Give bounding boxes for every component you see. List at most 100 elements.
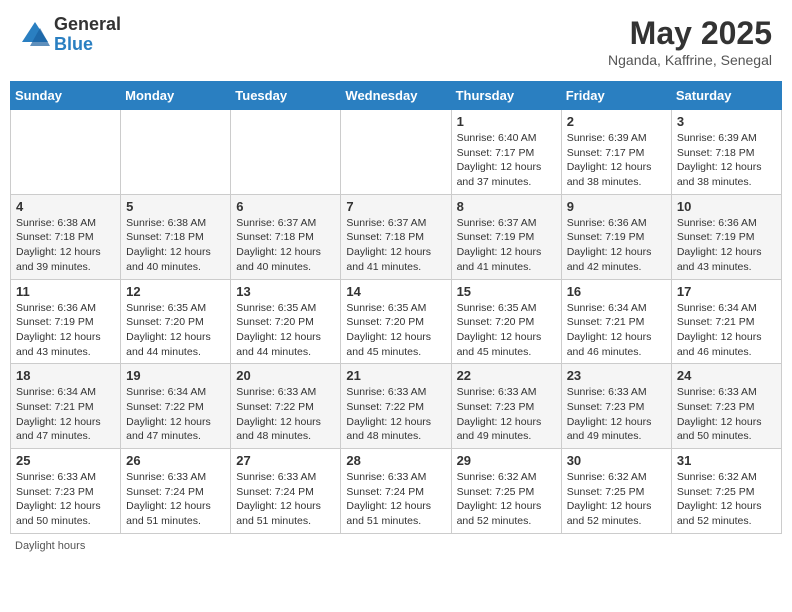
calendar-day-cell: 4Sunrise: 6:38 AM Sunset: 7:18 PM Daylig… <box>11 194 121 279</box>
day-number: 18 <box>16 368 115 383</box>
day-info: Sunrise: 6:36 AM Sunset: 7:19 PM Dayligh… <box>567 216 666 275</box>
day-info: Sunrise: 6:39 AM Sunset: 7:17 PM Dayligh… <box>567 131 666 190</box>
day-number: 19 <box>126 368 225 383</box>
calendar-day-cell: 27 Sunrise: 6:33 AM Sunset: 7:24 PM Dayli… <box>231 449 341 534</box>
day-info: Sunrise: 6:33 AM Sunset: 7:23 PM Dayligh… <box>457 385 556 444</box>
day-info: Sunrise: 6:32 AM Sunset: 7:25 PM Dayligh… <box>677 470 776 529</box>
calendar-week-row: 1 Sunrise: 6:40 AM Sunset: 7:17 PM Daylig… <box>11 110 782 195</box>
calendar-day-cell <box>121 110 231 195</box>
calendar-day-cell <box>341 110 451 195</box>
calendar-day-header: Monday <box>121 82 231 110</box>
calendar-day-cell: 21 Sunrise: 6:33 AM Sunset: 7:22 PM Dayli… <box>341 364 451 449</box>
day-number: 21 <box>346 368 445 383</box>
calendar-week-row: 25 Sunrise: 6:33 AM Sunset: 7:23 PM Dayli… <box>11 449 782 534</box>
day-number: 2 <box>567 114 666 129</box>
day-number: 20 <box>236 368 335 383</box>
calendar-day-header: Thursday <box>451 82 561 110</box>
calendar-day-cell: 12Sunrise: 6:35 AM Sunset: 7:20 PM Dayli… <box>121 279 231 364</box>
calendar-week-row: 11 Sunrise: 6:36 AM Sunset: 7:19 PM Dayli… <box>11 279 782 364</box>
calendar-table: SundayMondayTuesdayWednesdayThursdayFrid… <box>10 81 782 534</box>
day-info: Sunrise: 6:34 AM Sunset: 7:21 PM Dayligh… <box>567 301 666 360</box>
day-number: 4 <box>16 199 115 214</box>
day-info: Sunrise: 6:34 AM Sunset: 7:21 PM Dayligh… <box>16 385 115 444</box>
day-number: 25 <box>16 453 115 468</box>
day-number: 29 <box>457 453 556 468</box>
day-number: 9 <box>567 199 666 214</box>
calendar-day-cell <box>231 110 341 195</box>
calendar-day-header: Sunday <box>11 82 121 110</box>
calendar-day-cell: 25 Sunrise: 6:33 AM Sunset: 7:23 PM Dayli… <box>11 449 121 534</box>
day-number: 5 <box>126 199 225 214</box>
day-number: 30 <box>567 453 666 468</box>
calendar-day-header: Wednesday <box>341 82 451 110</box>
day-number: 14 <box>346 284 445 299</box>
day-info: Sunrise: 6:39 AM Sunset: 7:18 PM Dayligh… <box>677 131 776 190</box>
day-info: Sunrise: 6:32 AM Sunset: 7:25 PM Dayligh… <box>567 470 666 529</box>
day-number: 23 <box>567 368 666 383</box>
day-info: Sunrise: 6:33 AM Sunset: 7:24 PM Dayligh… <box>126 470 225 529</box>
day-number: 15 <box>457 284 556 299</box>
day-info: Sunrise: 6:36 AM Sunset: 7:19 PM Dayligh… <box>677 216 776 275</box>
day-info: Sunrise: 6:37 AM Sunset: 7:19 PM Dayligh… <box>457 216 556 275</box>
day-info: Sunrise: 6:37 AM Sunset: 7:18 PM Dayligh… <box>346 216 445 275</box>
day-number: 31 <box>677 453 776 468</box>
day-info: Sunrise: 6:33 AM Sunset: 7:23 PM Dayligh… <box>16 470 115 529</box>
day-number: 10 <box>677 199 776 214</box>
day-number: 27 <box>236 453 335 468</box>
title-block: May 2025 Nganda, Kaffrine, Senegal <box>608 15 772 68</box>
calendar-day-cell: 20 Sunrise: 6:33 AM Sunset: 7:22 PM Dayli… <box>231 364 341 449</box>
calendar-day-cell: 18 Sunrise: 6:34 AM Sunset: 7:21 PM Dayli… <box>11 364 121 449</box>
calendar-day-cell <box>11 110 121 195</box>
day-info: Sunrise: 6:37 AM Sunset: 7:18 PM Dayligh… <box>236 216 335 275</box>
day-info: Sunrise: 6:33 AM Sunset: 7:23 PM Dayligh… <box>677 385 776 444</box>
calendar-day-cell: 26 Sunrise: 6:33 AM Sunset: 7:24 PM Dayli… <box>121 449 231 534</box>
calendar-day-cell: 11 Sunrise: 6:36 AM Sunset: 7:19 PM Dayli… <box>11 279 121 364</box>
location-text: Nganda, Kaffrine, Senegal <box>608 52 772 68</box>
day-info: Sunrise: 6:38 AM Sunset: 7:18 PM Dayligh… <box>126 216 225 275</box>
day-number: 17 <box>677 284 776 299</box>
day-info: Sunrise: 6:35 AM Sunset: 7:20 PM Dayligh… <box>346 301 445 360</box>
calendar-day-cell: 10 Sunrise: 6:36 AM Sunset: 7:19 PM Dayli… <box>671 194 781 279</box>
calendar-header-row: SundayMondayTuesdayWednesdayThursdayFrid… <box>11 82 782 110</box>
day-info: Sunrise: 6:40 AM Sunset: 7:17 PM Dayligh… <box>457 131 556 190</box>
calendar-day-cell: 22 Sunrise: 6:33 AM Sunset: 7:23 PM Dayli… <box>451 364 561 449</box>
logo: General Blue <box>20 15 121 55</box>
day-number: 24 <box>677 368 776 383</box>
day-number: 7 <box>346 199 445 214</box>
calendar-day-cell: 6Sunrise: 6:37 AM Sunset: 7:18 PM Daylig… <box>231 194 341 279</box>
day-info: Sunrise: 6:33 AM Sunset: 7:22 PM Dayligh… <box>236 385 335 444</box>
day-info: Sunrise: 6:35 AM Sunset: 7:20 PM Dayligh… <box>126 301 225 360</box>
calendar-day-cell: 15 Sunrise: 6:35 AM Sunset: 7:20 PM Dayli… <box>451 279 561 364</box>
day-info: Sunrise: 6:32 AM Sunset: 7:25 PM Dayligh… <box>457 470 556 529</box>
day-number: 26 <box>126 453 225 468</box>
calendar-day-cell: 23 Sunrise: 6:33 AM Sunset: 7:23 PM Dayli… <box>561 364 671 449</box>
calendar-day-cell: 31 Sunrise: 6:32 AM Sunset: 7:25 PM Dayli… <box>671 449 781 534</box>
calendar-day-cell: 16Sunrise: 6:34 AM Sunset: 7:21 PM Dayli… <box>561 279 671 364</box>
day-info: Sunrise: 6:35 AM Sunset: 7:20 PM Dayligh… <box>236 301 335 360</box>
day-number: 22 <box>457 368 556 383</box>
calendar-day-cell: 29 Sunrise: 6:32 AM Sunset: 7:25 PM Dayli… <box>451 449 561 534</box>
day-info: Sunrise: 6:35 AM Sunset: 7:20 PM Dayligh… <box>457 301 556 360</box>
calendar-day-cell: 5 Sunrise: 6:38 AM Sunset: 7:18 PM Daylig… <box>121 194 231 279</box>
calendar-footer: Daylight hours <box>10 540 782 552</box>
day-number: 3 <box>677 114 776 129</box>
calendar-day-header: Friday <box>561 82 671 110</box>
day-info: Sunrise: 6:33 AM Sunset: 7:23 PM Dayligh… <box>567 385 666 444</box>
day-info: Sunrise: 6:33 AM Sunset: 7:22 PM Dayligh… <box>346 385 445 444</box>
calendar-day-cell: 9 Sunrise: 6:36 AM Sunset: 7:19 PM Daylig… <box>561 194 671 279</box>
calendar-day-cell: 28Sunrise: 6:33 AM Sunset: 7:24 PM Dayli… <box>341 449 451 534</box>
logo-icon <box>20 20 50 50</box>
calendar-day-cell: 30 Sunrise: 6:32 AM Sunset: 7:25 PM Dayli… <box>561 449 671 534</box>
day-info: Sunrise: 6:33 AM Sunset: 7:24 PM Dayligh… <box>236 470 335 529</box>
calendar-day-cell: 1 Sunrise: 6:40 AM Sunset: 7:17 PM Daylig… <box>451 110 561 195</box>
day-info: Sunrise: 6:33 AM Sunset: 7:24 PM Dayligh… <box>346 470 445 529</box>
day-info: Sunrise: 6:36 AM Sunset: 7:19 PM Dayligh… <box>16 301 115 360</box>
calendar-day-cell: 24 Sunrise: 6:33 AM Sunset: 7:23 PM Dayli… <box>671 364 781 449</box>
calendar-day-cell: 8Sunrise: 6:37 AM Sunset: 7:19 PM Daylig… <box>451 194 561 279</box>
day-number: 11 <box>16 284 115 299</box>
calendar-day-header: Tuesday <box>231 82 341 110</box>
calendar-week-row: 18 Sunrise: 6:34 AM Sunset: 7:21 PM Dayli… <box>11 364 782 449</box>
calendar-day-cell: 19Sunrise: 6:34 AM Sunset: 7:22 PM Dayli… <box>121 364 231 449</box>
calendar-day-cell: 17Sunrise: 6:34 AM Sunset: 7:21 PM Dayli… <box>671 279 781 364</box>
day-number: 1 <box>457 114 556 129</box>
